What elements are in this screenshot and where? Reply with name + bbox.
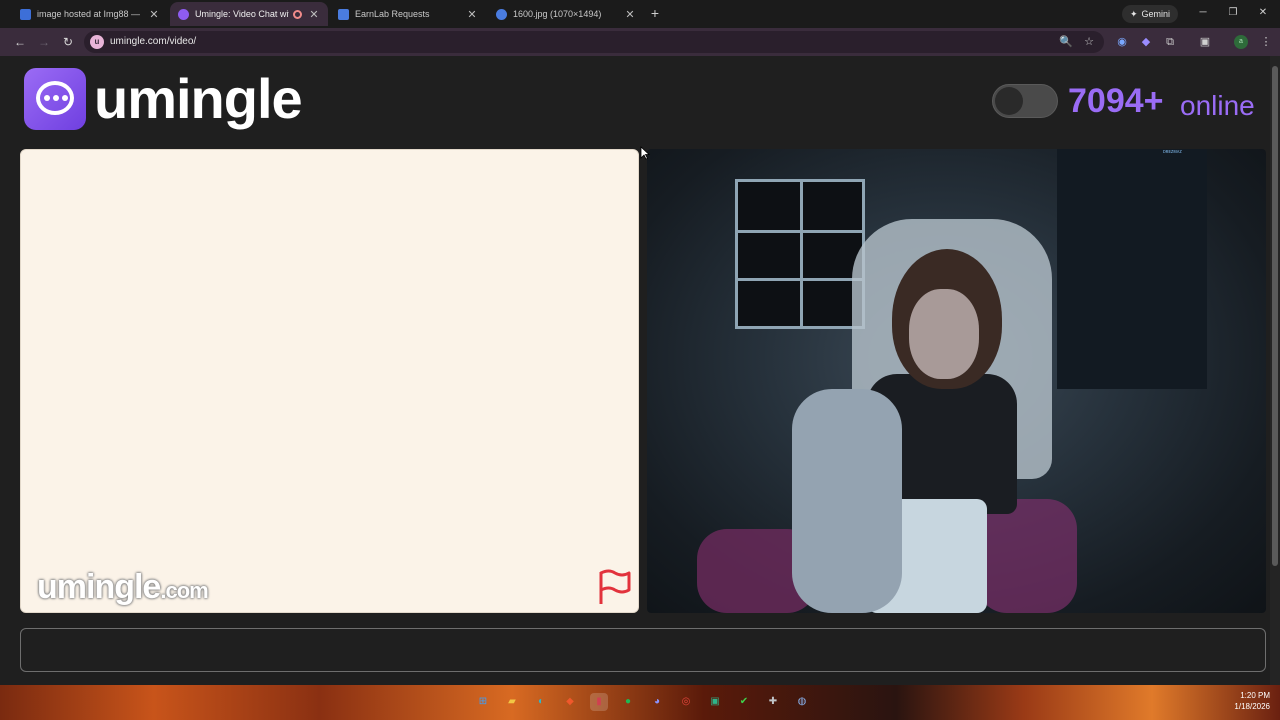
tab-img88[interactable]: image hosted at Img88 — Img ✕ <box>12 2 168 26</box>
zoom-icon[interactable]: 🔍 <box>1058 34 1074 50</box>
umingle-watermark: umingle.com <box>37 568 209 607</box>
close-window-button[interactable]: ✕ <box>1256 6 1270 20</box>
umingle-page: umingle 7094+ online umingle.com ᴅʀᴇᴢᴍᴀᴢ <box>0 56 1270 685</box>
background-door <box>1057 149 1207 389</box>
watermark-suffix: .com <box>160 578 208 603</box>
reload-button[interactable]: ↻ <box>60 34 76 50</box>
gray-app-icon[interactable]: ✚ <box>764 693 782 711</box>
tab-umingle[interactable]: Umingle: Video Chat with S ✕ <box>170 2 328 26</box>
file-explorer-icon[interactable]: ▰ <box>503 693 521 711</box>
gemini-sparkle-icon: ✦ <box>1130 8 1138 19</box>
extension-audio-icon[interactable]: ◉ <box>1114 34 1130 50</box>
online-label: online <box>1180 90 1255 121</box>
restore-button[interactable]: ❐ <box>1226 6 1240 20</box>
chrome-icon[interactable]: ◎ <box>677 693 695 711</box>
url-text[interactable]: umingle.com/video/ <box>110 36 196 47</box>
lime-app-icon[interactable]: ✔ <box>735 693 753 711</box>
tab-1600-jpg[interactable]: 1600.jpg (1070×1494) ✕ <box>488 2 644 26</box>
taskbar-clock[interactable]: 1:20 PM 1/18/2026 <box>1226 690 1270 712</box>
image-favicon-icon <box>496 8 507 20</box>
browser-toolbar: ← → ↻ u umingle.com/video/ 🔍 ☆ ◉ ◆ ⧉ ▣ a… <box>0 28 1280 56</box>
browser-menu-icon[interactable]: ⋮ <box>1258 34 1274 50</box>
umingle-favicon-icon <box>178 8 189 20</box>
pink-blanket-right <box>977 499 1077 613</box>
watermark-main: umingle <box>37 568 161 606</box>
online-count: 7094+ <box>1068 82 1164 120</box>
site-info-icon[interactable]: u <box>90 35 104 49</box>
brave-icon[interactable]: ◆ <box>561 693 579 711</box>
new-tab-button[interactable]: + <box>648 5 662 21</box>
background-window <box>735 179 865 329</box>
back-button[interactable]: ← <box>12 34 28 50</box>
umingle-logo-icon[interactable] <box>24 68 86 130</box>
stream-corner-label: ᴅʀᴇᴢᴍᴀᴢ <box>1163 149 1182 155</box>
clock-time: 1:20 PM <box>1240 691 1270 700</box>
green-app-icon[interactable]: ▣ <box>706 693 724 711</box>
toggle-knob <box>995 87 1023 115</box>
self-video-panel: umingle.com <box>20 149 639 613</box>
tab-close-icon[interactable]: ✕ <box>148 8 160 21</box>
discord-icon[interactable]: ◕ <box>648 693 666 711</box>
windows-taskbar: ⊞ ▰ ◐ ◆ ▮ ● ◕ ◎ ▣ ✔ ✚ ◍ 1:20 PM 1/18/202… <box>0 685 1280 720</box>
tab-title: image hosted at Img88 — Img <box>37 9 142 19</box>
terminal-icon[interactable]: ▮ <box>590 693 608 711</box>
brand-title[interactable]: umingle <box>94 66 303 131</box>
gemini-label: Gemini <box>1141 9 1171 19</box>
forward-button[interactable]: → <box>36 34 52 50</box>
chat-message-input[interactable] <box>20 628 1266 672</box>
clock-date: 1/18/2026 <box>1234 702 1270 711</box>
tab-title: Umingle: Video Chat with S <box>195 9 289 19</box>
tab-title: 1600.jpg (1070×1494) <box>513 9 602 19</box>
minimize-button[interactable]: ─ <box>1196 6 1210 20</box>
person-face <box>909 289 979 379</box>
browser-tabstrip: image hosted at Img88 — Img ✕ Umingle: V… <box>0 0 1280 28</box>
stranger-video-panel: ᴅʀᴇᴢᴍᴀᴢ <box>647 149 1266 613</box>
mode-toggle[interactable] <box>992 84 1058 118</box>
gemini-button[interactable]: ✦ Gemini <box>1122 5 1179 23</box>
blue-app-icon[interactable]: ◍ <box>793 693 811 711</box>
tab-title: EarnLab Requests <box>355 9 430 19</box>
tab-close-icon[interactable]: ✕ <box>308 8 320 21</box>
recording-indicator-icon <box>293 9 302 19</box>
spotify-icon[interactable]: ● <box>619 693 637 711</box>
windows-start-icon[interactable]: ⊞ <box>474 693 492 711</box>
address-bar[interactable]: u umingle.com/video/ <box>84 31 1104 53</box>
page-scrollbar[interactable] <box>1270 56 1280 685</box>
side-panel-icon[interactable]: ▣ <box>1197 34 1213 50</box>
bookmark-star-icon[interactable]: ☆ <box>1081 34 1097 50</box>
img88-favicon-icon <box>20 8 31 20</box>
tab-close-icon[interactable]: ✕ <box>466 8 478 21</box>
extensions-puzzle-icon[interactable]: ⧉ <box>1162 34 1178 50</box>
mouse-cursor-icon <box>640 146 650 160</box>
edge-icon[interactable]: ◐ <box>532 693 550 711</box>
report-flag-icon[interactable] <box>595 568 633 606</box>
profile-avatar[interactable]: a <box>1234 35 1248 49</box>
earnlab-favicon-icon <box>338 8 349 20</box>
person-legs <box>792 389 902 613</box>
tab-earnlab[interactable]: EarnLab Requests ✕ <box>330 2 486 26</box>
extension-diamond-icon[interactable]: ◆ <box>1138 34 1154 50</box>
scrollbar-thumb[interactable] <box>1272 66 1278 566</box>
tab-close-icon[interactable]: ✕ <box>624 8 636 21</box>
typing-dots-icon <box>44 95 68 101</box>
